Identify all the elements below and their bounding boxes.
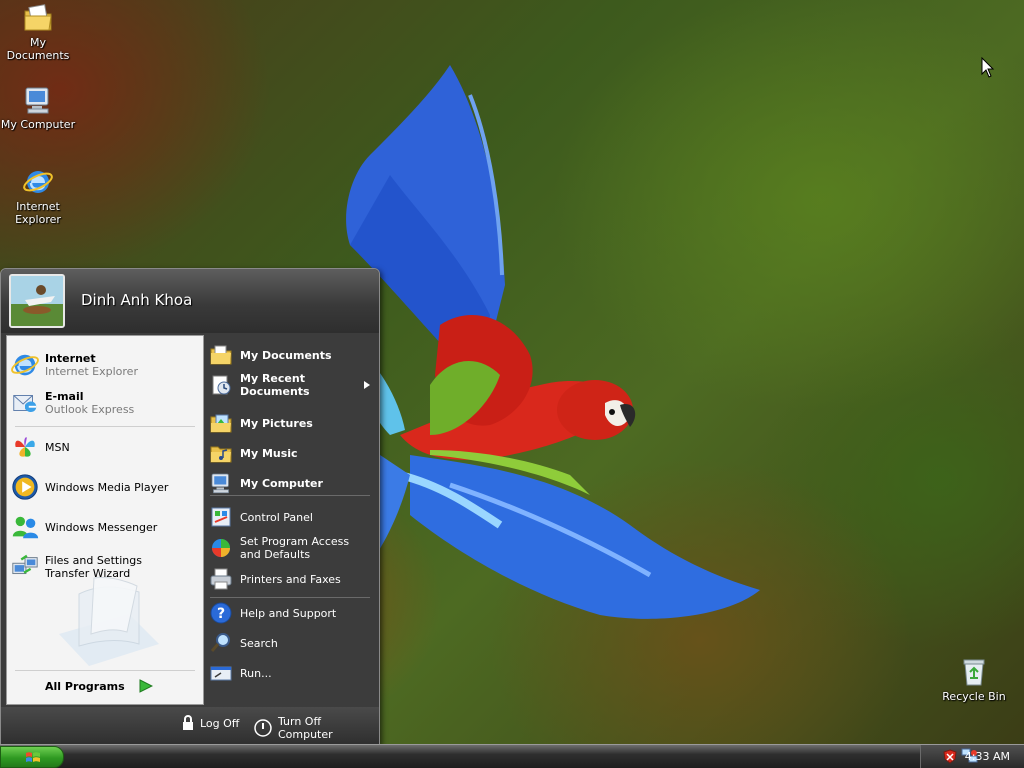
place-item-my-music[interactable]: My Music (208, 439, 374, 467)
security-shield-icon[interactable] (943, 749, 957, 764)
turn-off-button[interactable]: Turn Off Computer (253, 715, 379, 741)
desktop-icon-label: My Computer (0, 118, 76, 131)
internet-explorer-icon (23, 171, 53, 193)
pinned-item-internet[interactable]: Internet Internet Explorer (9, 346, 201, 384)
power-icon (254, 719, 272, 737)
recent-item-label: Windows Messenger (45, 520, 158, 534)
avatar-image (11, 276, 63, 326)
desktop-icon-my-computer[interactable]: My Computer (0, 84, 76, 131)
green-arrow-icon (139, 679, 153, 693)
log-off-button[interactable]: Log Off (181, 715, 239, 731)
separator (15, 670, 195, 671)
turn-off-label: Turn Off Computer (277, 715, 333, 741)
start-menu-footer: Log Off Turn Off Computer (1, 707, 379, 746)
desktop-icon-label: Internet Explorer (15, 200, 61, 226)
pinned-item-title: E-mail (45, 390, 84, 403)
my-computer-icon (208, 470, 234, 496)
recent-item-windows-media-player[interactable]: Windows Media Player (9, 468, 201, 506)
place-item-label: My Music (240, 446, 298, 460)
windows-media-player-icon (9, 471, 41, 503)
msn-icon (9, 431, 41, 463)
desktop-icon-internet-explorer[interactable]: Internet Explorer (0, 166, 76, 226)
all-programs-label: All Programs (45, 679, 125, 693)
start-menu-right-pane: My Documents My Recent Documents My Pict… (206, 335, 376, 705)
folder-music-icon (208, 440, 234, 466)
outlook-express-icon (9, 387, 41, 419)
internet-explorer-icon (9, 349, 41, 381)
user-avatar[interactable] (9, 274, 65, 328)
recent-documents-icon (208, 372, 234, 398)
program-access-icon (208, 535, 234, 561)
start-menu: Dinh Anh Khoa Internet Internet Explorer (0, 268, 380, 746)
desktop-icon-label: My Documents (6, 36, 70, 62)
desktop-icon-my-documents[interactable]: My Documents (0, 2, 76, 62)
run-icon (208, 660, 234, 686)
recycle-bin-icon (963, 659, 985, 686)
desktop-icon-recycle-bin[interactable]: Recycle Bin (936, 656, 1012, 703)
my-documents-icon (24, 4, 52, 31)
windows-messenger-icon (9, 511, 41, 543)
place-item-label: My Computer (240, 476, 323, 490)
place-item-label: My Recent Documents (240, 372, 310, 398)
tool-item-search[interactable]: Search (208, 629, 374, 657)
printer-icon (208, 566, 234, 592)
place-item-my-pictures[interactable]: My Pictures (208, 409, 374, 437)
start-menu-header: Dinh Anh Khoa (1, 269, 379, 333)
help-icon: ? (208, 600, 234, 626)
recent-item-label: MSN (45, 440, 70, 454)
recent-item-windows-messenger[interactable]: Windows Messenger (9, 508, 201, 546)
settings-item-program-access[interactable]: Set Program Access and Defaults (208, 533, 374, 563)
taskbar: 4:33 AM (0, 744, 1024, 768)
transfer-wizard-icon (9, 551, 41, 583)
place-item-label: My Pictures (240, 416, 313, 430)
lock-icon (183, 715, 193, 730)
settings-item-control-panel[interactable]: Control Panel (208, 503, 374, 531)
separator (210, 495, 370, 496)
folder-documents-icon (208, 342, 234, 368)
pinned-item-subtitle: Outlook Express (45, 403, 135, 416)
pinned-item-subtitle: Internet Explorer (45, 365, 138, 378)
place-item-my-recent-documents[interactable]: My Recent Documents (208, 371, 374, 399)
svg-text:?: ? (217, 606, 225, 622)
settings-item-label: Printers and Faxes (240, 572, 341, 586)
parrot-wallpaper-image (346, 65, 760, 619)
my-computer-icon (25, 87, 49, 114)
windows-logo-icon (26, 752, 40, 762)
recent-item-msn[interactable]: MSN (9, 428, 201, 466)
system-tray: 4:33 AM (920, 745, 1024, 768)
place-item-label: My Documents (240, 348, 332, 362)
separator (210, 597, 370, 598)
settings-item-label: Set Program Access and Defaults (240, 535, 350, 561)
tool-item-help-support[interactable]: ? Help and Support (208, 599, 374, 627)
start-menu-left-pane: Internet Internet Explorer E-mail Outloo… (6, 335, 204, 705)
folder-pictures-icon (208, 410, 234, 436)
tool-item-label: Run... (240, 666, 272, 680)
search-icon (208, 630, 234, 656)
pinned-item-title: Internet (45, 352, 96, 365)
control-panel-icon (208, 504, 234, 530)
submenu-arrow-icon (364, 381, 370, 389)
tool-item-label: Search (240, 636, 278, 650)
all-programs-button[interactable]: All Programs (45, 679, 153, 693)
log-off-label: Log Off (200, 716, 240, 730)
separator (15, 426, 195, 427)
place-item-my-computer[interactable]: My Computer (208, 469, 374, 497)
pinned-item-email[interactable]: E-mail Outlook Express (9, 384, 201, 422)
tool-item-label: Help and Support (240, 606, 337, 620)
place-item-my-documents[interactable]: My Documents (208, 341, 374, 369)
user-name: Dinh Anh Khoa (81, 291, 193, 309)
clock[interactable]: 4:33 AM (965, 750, 1010, 763)
recent-item-label: Windows Media Player (45, 480, 169, 494)
tool-item-run[interactable]: Run... (208, 659, 374, 687)
settings-item-printers-faxes[interactable]: Printers and Faxes (208, 565, 374, 593)
settings-item-label: Control Panel (240, 510, 313, 524)
start-button[interactable] (0, 746, 64, 768)
watermark-papers-graphic (59, 577, 159, 666)
mouse-cursor-icon (981, 57, 995, 78)
desktop-icon-label: Recycle Bin (942, 690, 1006, 703)
